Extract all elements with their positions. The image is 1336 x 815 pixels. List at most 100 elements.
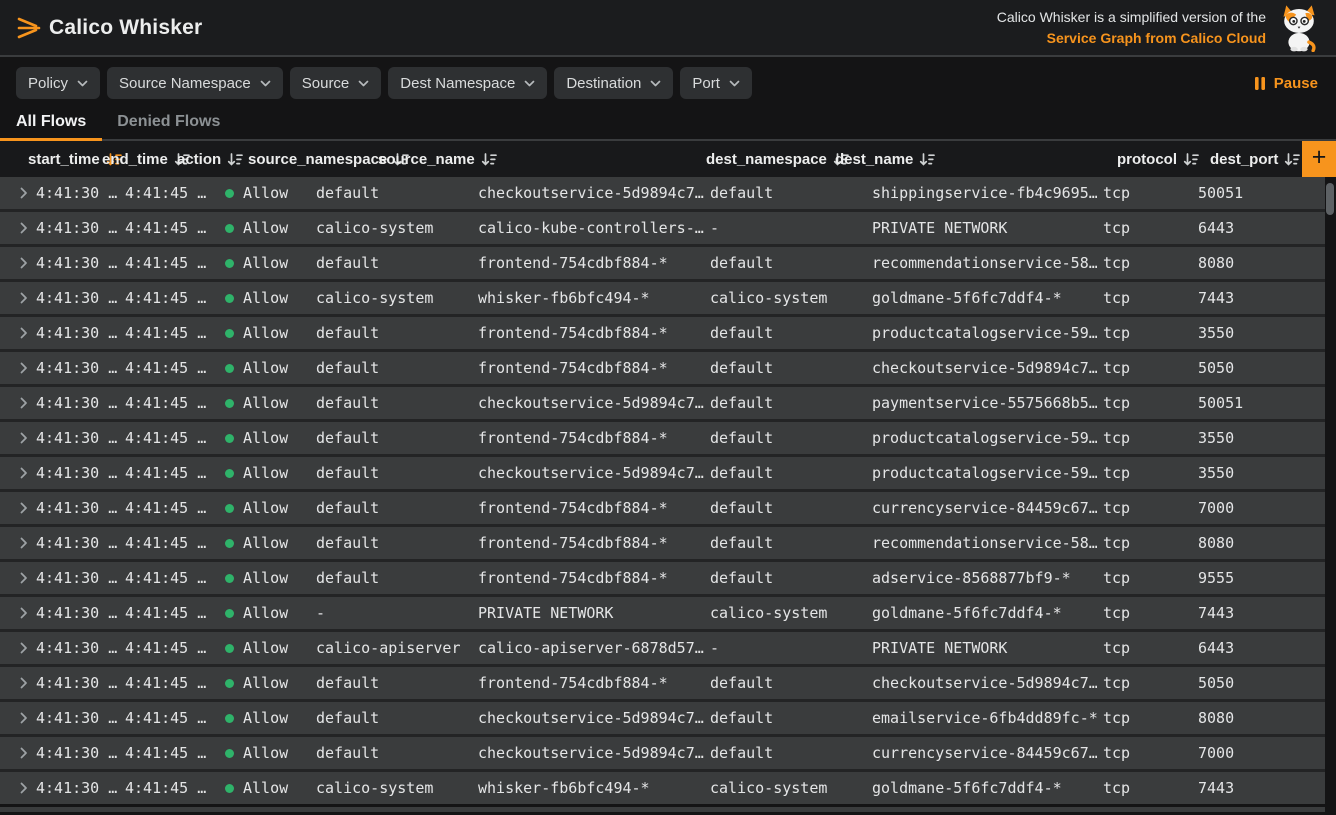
cell-start-time: 4:41:30 … [30,744,119,762]
row-expand-button[interactable] [0,747,30,759]
action-label: Allow [243,359,288,377]
row-expand-button[interactable] [0,362,30,374]
cell-dest-namespace: default [704,674,866,692]
cell-protocol: tcp [1097,219,1192,237]
table-row[interactable]: 4:41:30 …4:41:45 …Allowdefaultfrontend-7… [0,527,1325,559]
cell-dest-port: 8080 [1192,534,1325,552]
action-label: Allow [243,324,288,342]
pause-icon [1254,76,1266,91]
cell-source-namespace: default [310,394,472,412]
action-label: Allow [243,289,288,307]
row-expand-button[interactable] [0,642,30,654]
cell-dest-name: productcatalogservice-59… [866,324,1097,342]
row-expand-button[interactable] [0,327,30,339]
table-row[interactable]: 4:41:30 …4:41:45 …Allowdefaultfrontend-7… [0,352,1325,384]
filter-dropdown-source[interactable]: Source [290,67,382,99]
table-row[interactable]: 4:41:30 …4:41:45 …Allowdefaultcheckoutse… [0,387,1325,419]
cell-source-name: frontend-754cdbf884-* [472,254,704,272]
row-expand-button[interactable] [0,677,30,689]
row-expand-button[interactable] [0,187,30,199]
table-row[interactable]: 4:41:30 …4:41:45 …Allowdefaultfrontend-7… [0,562,1325,594]
table-row[interactable]: 4:41:30 …4:41:45 …Allowcalico-systemwhis… [0,282,1325,314]
tab-all-flows[interactable]: All Flows [16,109,86,139]
column-header-dest_port[interactable]: dest_port [1210,141,1300,177]
action-label: Allow [243,254,288,272]
chevron-down-icon [729,80,740,87]
service-graph-link[interactable]: Service Graph from Calico Cloud [997,28,1266,49]
column-header-label: dest_namespace [706,151,827,168]
cell-source-namespace: default [310,464,472,482]
pause-button[interactable]: Pause [1252,75,1320,92]
row-expand-button[interactable] [0,537,30,549]
column-header-source_name[interactable]: source_name [378,141,497,177]
expand-chevron-icon [20,572,28,584]
cell-end-time: 4:41:45 … [119,324,219,342]
row-expand-button[interactable] [0,502,30,514]
table-row[interactable]: 4:41:30 …4:41:45 …Allowdefaultfrontend-7… [0,422,1325,454]
filter-dropdown-source-namespace[interactable]: Source Namespace [107,67,283,99]
action-label: Allow [243,569,288,587]
cell-protocol: tcp [1097,429,1192,447]
table-row[interactable]: 4:41:30 …4:41:45 …Allowdefaultcheckoutse… [0,737,1325,769]
cell-dest-namespace: calico-system [704,779,866,797]
table-row[interactable]: 4:41:30 …4:41:45 …Allowcalico-systemcali… [0,212,1325,244]
vertical-scrollbar-thumb[interactable] [1326,183,1334,215]
row-expand-button[interactable] [0,292,30,304]
cell-start-time: 4:41:30 … [30,289,119,307]
filter-dropdown-policy[interactable]: Policy [16,67,100,99]
cell-end-time: 4:41:45 … [119,219,219,237]
cell-protocol: tcp [1097,639,1192,657]
cell-source-name: frontend-754cdbf884-* [472,324,704,342]
cell-start-time: 4:41:30 … [30,604,119,622]
filter-dropdown-destination[interactable]: Destination [554,67,673,99]
column-header-label: start_time [28,151,100,168]
row-expand-button[interactable] [0,257,30,269]
table-row[interactable]: 4:41:30 …4:41:45 …Allowcalico-systemwhis… [0,772,1325,804]
row-expand-button[interactable] [0,712,30,724]
table-row[interactable]: 4:41:30 …4:41:45 …Allowdefaultfrontend-7… [0,317,1325,349]
table-row[interactable]: 4:41:30 …4:41:45 …Allowdefaultcheckoutse… [0,457,1325,489]
cell-protocol: tcp [1097,289,1192,307]
table-row[interactable]: 4:41:30 …4:41:45 …Allowdefaultfrontend-7… [0,492,1325,524]
table-row[interactable]: 4:41:30 …4:41:45 …Allowdefaultcheckoutse… [0,177,1325,209]
cell-source-name: checkoutservice-5d9894c7… [472,464,704,482]
row-expand-button[interactable] [0,782,30,794]
table-row[interactable]: 4:41:30 …4:41:45 …Allowcalico-apiserverc… [0,632,1325,664]
cell-start-time: 4:41:30 … [30,429,119,447]
column-header-protocol[interactable]: protocol [1117,141,1199,177]
cell-end-time: 4:41:45 … [119,779,219,797]
table-row[interactable]: 4:41:30 …4:41:45 …Allowdefaultfrontend-7… [0,247,1325,279]
column-header-dest_name[interactable]: dest_name [835,141,935,177]
row-expand-button[interactable] [0,222,30,234]
cell-source-namespace: calico-apiserver [310,639,472,657]
cell-source-name: frontend-754cdbf884-* [472,359,704,377]
allow-status-dot-icon [225,714,234,723]
tab-denied-flows[interactable]: Denied Flows [117,109,220,139]
cell-source-name: frontend-754cdbf884-* [472,534,704,552]
row-expand-button[interactable] [0,467,30,479]
action-label: Allow [243,219,288,237]
cell-source-namespace: default [310,359,472,377]
cell-protocol: tcp [1097,779,1192,797]
add-column-button[interactable]: + [1302,141,1336,177]
filter-dropdown-port[interactable]: Port [680,67,752,99]
column-header-action[interactable]: action [177,141,243,177]
row-expand-button[interactable] [0,572,30,584]
row-expand-button[interactable] [0,432,30,444]
cell-end-time: 4:41:45 … [119,744,219,762]
cell-dest-namespace: default [704,184,866,202]
column-header-dest_namespace[interactable]: dest_namespace [706,141,849,177]
column-header-label: end_time [102,151,168,168]
cell-source-name: whisker-fb6bfc494-* [472,779,704,797]
table-row[interactable]: 4:41:30 …4:41:45 …Allowdefaultfrontend-7… [0,667,1325,699]
filter-dropdown-dest-namespace[interactable]: Dest Namespace [388,67,547,99]
table-row[interactable]: 4:41:30 …4:41:45 …Allow-PRIVATE NETWORKc… [0,597,1325,629]
row-expand-button[interactable] [0,607,30,619]
cell-end-time: 4:41:45 … [119,289,219,307]
cell-end-time: 4:41:45 … [119,499,219,517]
cell-start-time: 4:41:30 … [30,569,119,587]
table-row[interactable]: 4:41:30 …4:41:45 …Allowdefaultcheckoutse… [0,702,1325,734]
row-expand-button[interactable] [0,397,30,409]
allow-status-dot-icon [225,294,234,303]
action-label: Allow [243,674,288,692]
